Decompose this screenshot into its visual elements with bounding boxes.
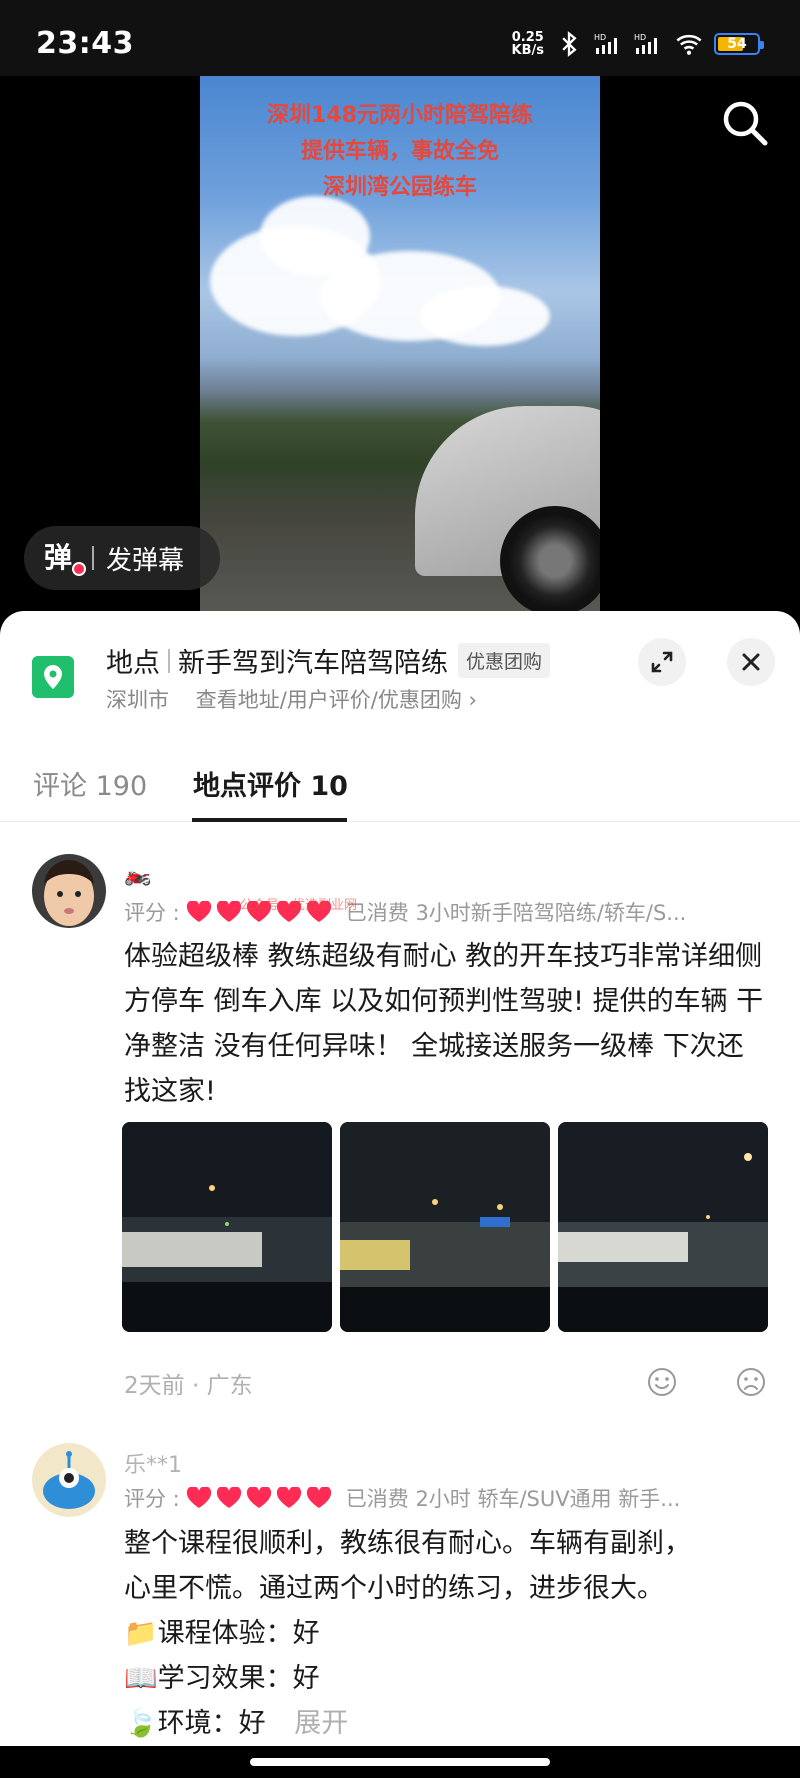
avatar[interactable] <box>32 1443 106 1517</box>
video-player[interactable]: 深圳148元两小时陪驾陪练 提供车辆，事故全免 深圳湾公园练车 弹 发弹幕 <box>0 76 800 616</box>
status-icons: 0.25 KB/s HD HD 54 <box>511 28 764 60</box>
tab-comments[interactable]: 评论 190 <box>33 764 147 803</box>
svg-text:HD: HD <box>634 33 646 42</box>
location-sheet: 地点 新手驾到汽车陪驾陪练 优惠团购 深圳市 查看地址/用户评价/优惠团购 › … <box>0 611 800 1778</box>
rating-label: 评分 : <box>124 901 180 925</box>
close-icon[interactable] <box>727 638 775 686</box>
tab-indicator <box>192 818 347 822</box>
status-time: 23:43 <box>36 26 134 61</box>
rating-label: 评分 : <box>124 1487 180 1511</box>
location-subtitle[interactable]: 深圳市 查看地址/用户评价/优惠团购 › <box>106 684 477 714</box>
heart-icon <box>246 1487 271 1508</box>
tab-bar: 评论 190 地点评价 10 <box>0 736 800 822</box>
search-icon[interactable] <box>720 98 770 148</box>
bluetooth-icon <box>562 31 577 57</box>
heart-icon <box>306 1487 331 1508</box>
send-danmu-button[interactable]: 弹 发弹幕 <box>24 526 220 590</box>
review-time-location: 2天前 · 广东 <box>124 1373 253 1399</box>
wheel-image <box>500 506 600 616</box>
heart-icon <box>216 901 241 922</box>
review-photos <box>122 1122 768 1332</box>
signal-icon: HD <box>594 33 617 54</box>
location-pin-icon <box>32 656 74 698</box>
tab-location-reviews[interactable]: 地点评价 10 <box>193 764 348 803</box>
purchase-info: 已消费 2小时 轿车/SUV通用 新手... <box>345 1487 681 1511</box>
video-frame[interactable]: 深圳148元两小时陪驾陪练 提供车辆，事故全免 深圳湾公园练车 <box>200 76 600 616</box>
expand-link[interactable]: 展开 <box>294 1708 348 1739</box>
svg-text:HD: HD <box>594 33 606 42</box>
heart-icon <box>186 901 211 922</box>
review-photo[interactable] <box>558 1122 768 1332</box>
group-buy-tag: 优惠团购 <box>458 643 551 678</box>
video-overlay-text: 深圳148元两小时陪驾陪练 提供车辆，事故全免 深圳湾公园练车 <box>267 103 533 200</box>
battery-icon: 54 <box>714 33 764 55</box>
location-city: 深圳市 <box>106 688 169 712</box>
expand-icon[interactable] <box>638 638 686 686</box>
smile-icon[interactable] <box>646 1366 678 1398</box>
signal-icon-2: HD <box>634 33 657 54</box>
wifi-icon <box>676 34 702 55</box>
danmu-label: 发弹幕 <box>106 545 185 576</box>
heart-rating <box>186 1487 332 1509</box>
danmu-icon: 弹 <box>44 538 86 578</box>
review-photo[interactable] <box>340 1122 550 1332</box>
status-bar: 23:43 0.25 KB/s HD HD 54 <box>0 0 800 76</box>
rating-row: 评分 : 已消费 2小时 轿车/SUV通用 新手... <box>124 1483 680 1513</box>
heart-icon <box>276 1487 301 1508</box>
avatar[interactable] <box>32 854 106 928</box>
review-text: 整个课程很顺利，教练很有耐心。车辆有副刹， 心里不慌。通过两个小时的练习，进步很… <box>124 1528 691 1739</box>
location-title[interactable]: 地点 新手驾到汽车陪驾陪练 优惠团购 <box>106 641 551 680</box>
review-username[interactable]: 乐**1 <box>124 1447 182 1479</box>
watermark-text: 公众号：优选副业网 <box>240 898 358 913</box>
purchase-info: 已消费 3小时新手陪驾陪练/轿车/S... <box>345 901 687 925</box>
heart-icon <box>186 1487 211 1508</box>
heart-icon <box>216 1487 241 1508</box>
review-text: 体验超级棒 教练超级有耐心 教的开车技巧非常详细侧方停车 倒车入库 以及如何预判… <box>124 941 764 1107</box>
location-name: 新手驾到汽车陪驾陪练 <box>178 648 448 679</box>
rating-row: 评分 : 已消费 3小时新手陪驾陪练/轿车/S... <box>124 897 686 927</box>
frown-icon[interactable] <box>735 1366 767 1398</box>
location-link[interactable]: 查看地址/用户评价/优惠团购 › <box>196 688 477 712</box>
review-username[interactable]: 🏍️ <box>124 862 151 887</box>
home-indicator[interactable] <box>250 1758 550 1766</box>
network-speed: 0.25 KB/s <box>511 30 544 58</box>
review-photo[interactable] <box>122 1122 332 1332</box>
